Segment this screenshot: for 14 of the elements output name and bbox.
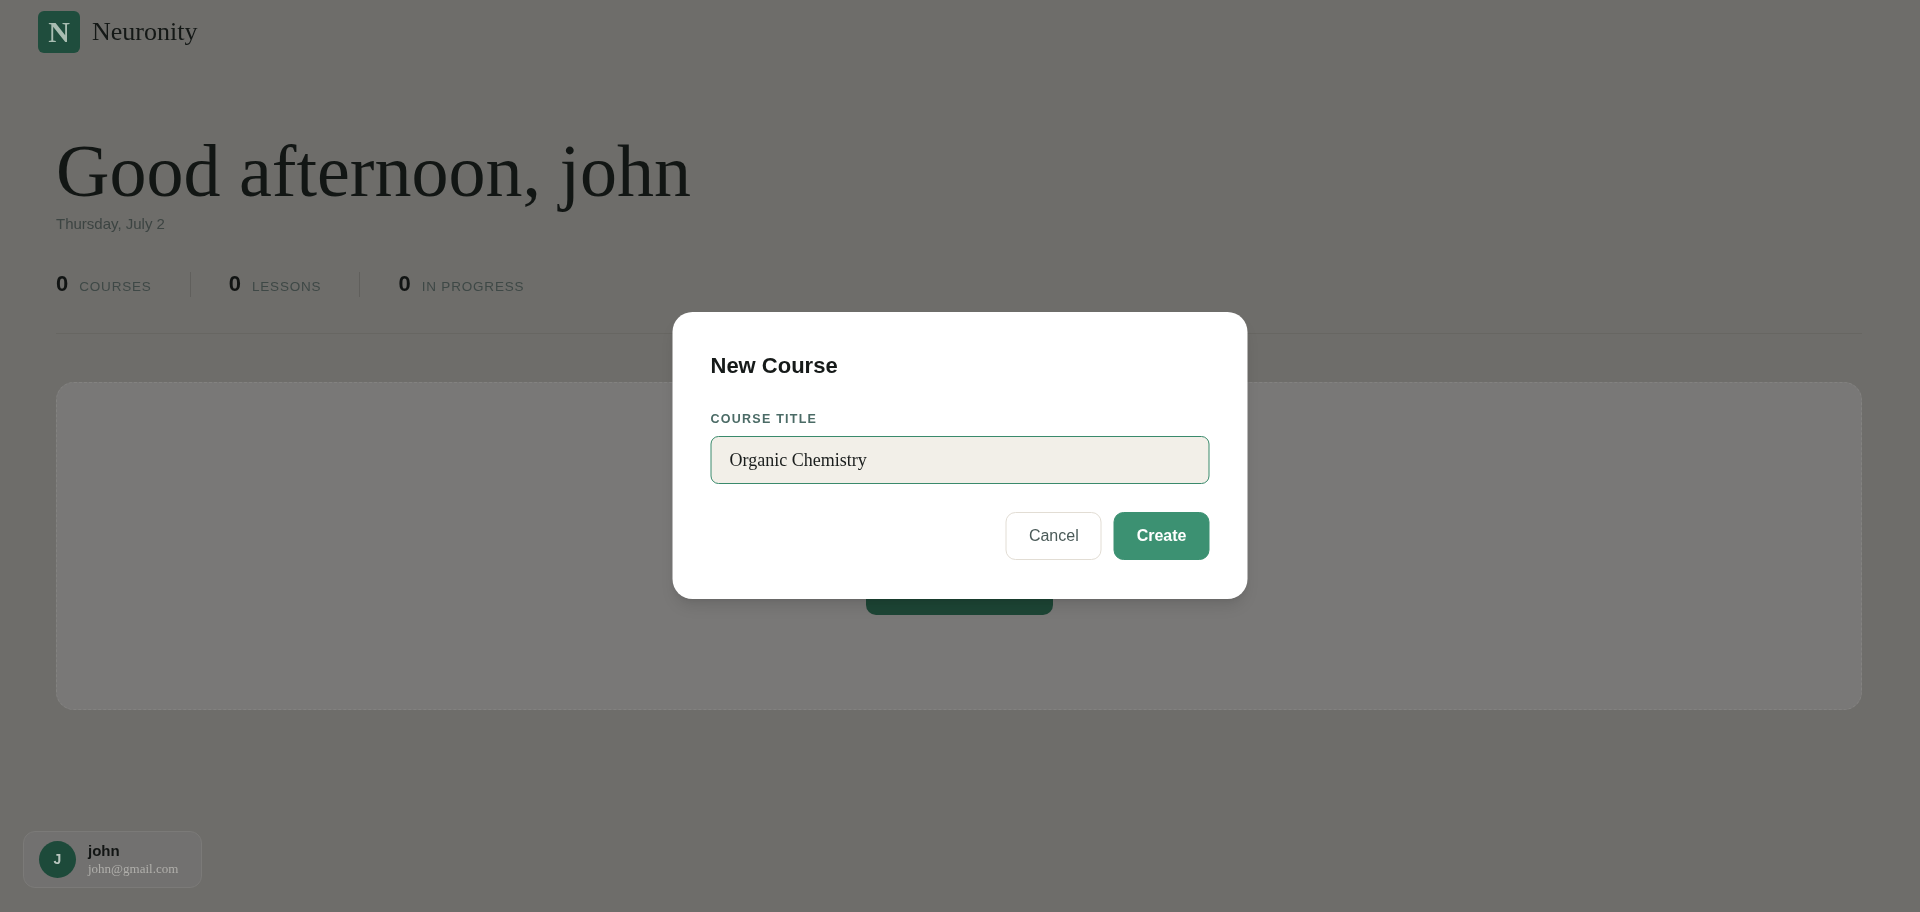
brand-name: Neuronity — [92, 19, 198, 45]
user-email: john@gmail.com — [88, 860, 179, 877]
field-label: COURSE TITLE — [710, 410, 818, 428]
dialog-title: New Course — [710, 352, 838, 380]
user-name: john — [88, 842, 121, 861]
user-card[interactable]: J john john@gmail.com — [23, 831, 202, 888]
stat-value: 0 — [56, 271, 69, 296]
avatar-icon: J — [39, 841, 76, 878]
stat-value: 0 — [398, 271, 411, 296]
create-button[interactable]: Create — [1113, 512, 1210, 561]
course-title-input[interactable]: Organic Chemistry — [710, 436, 1210, 485]
logo-icon: N — [38, 11, 80, 53]
cancel-button[interactable]: Cancel — [1005, 512, 1102, 561]
stat-value: 0 — [228, 271, 241, 296]
